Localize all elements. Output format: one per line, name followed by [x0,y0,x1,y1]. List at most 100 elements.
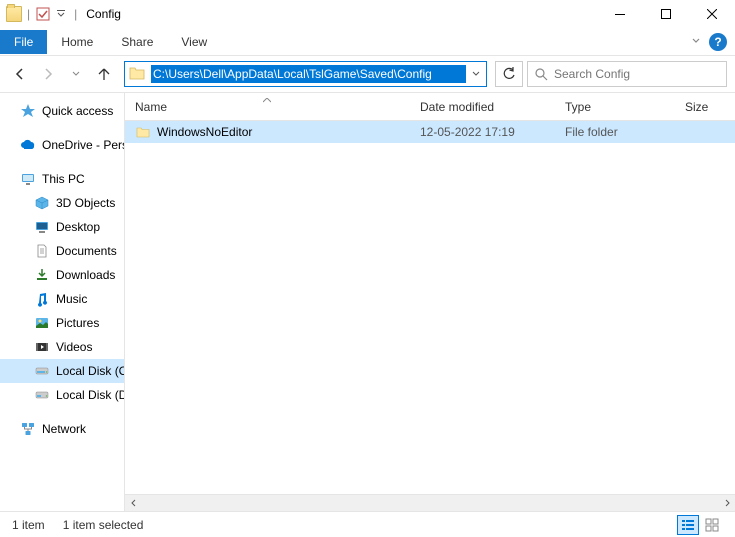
tab-home[interactable]: Home [47,30,107,54]
sidebar-item-thispc[interactable]: This PC [0,167,124,191]
refresh-button[interactable] [495,61,523,87]
file-name: WindowsNoEditor [157,125,252,139]
ribbon-right: ? [691,33,735,51]
sidebar-item-local-disk-d[interactable]: Local Disk (D:) [0,383,124,407]
sidebar-item-documents[interactable]: Documents [0,239,124,263]
disk-icon [34,387,50,403]
maximize-button[interactable] [643,0,689,28]
item-count: 1 item [12,518,45,532]
music-icon [34,291,50,307]
address-path[interactable]: C:\Users\Dell\AppData\Local\TslGame\Save… [151,65,466,83]
sidebar-item-local-disk-c[interactable]: Local Disk (C:) [0,359,124,383]
desktop-icon [34,219,50,235]
sidebar-item-label: Quick access [42,104,113,118]
help-button[interactable]: ? [709,33,727,51]
file-list[interactable]: WindowsNoEditor 12-05-2022 17:19 File fo… [125,121,735,494]
disk-icon [34,363,50,379]
sidebar-item-desktop[interactable]: Desktop [0,215,124,239]
address-bar[interactable]: C:\Users\Dell\AppData\Local\TslGame\Save… [124,61,487,87]
sidebar-item-music[interactable]: Music [0,287,124,311]
forward-button[interactable] [36,62,60,86]
pictures-icon [34,315,50,331]
qat-dropdown-icon[interactable] [53,6,69,22]
folder-icon [6,6,22,22]
file-pane: Name Date modified Type Size WindowsNoEd… [125,93,735,511]
sidebar-item-label: This PC [42,172,85,186]
search-input[interactable] [554,67,720,81]
search-icon [534,67,548,81]
pc-icon [20,171,36,187]
details-view-button[interactable] [677,515,699,535]
up-button[interactable] [92,62,116,86]
check-icon[interactable] [35,6,51,22]
column-label: Size [685,100,708,114]
content: Quick access OneDrive - Persona This PC … [0,92,735,511]
sidebar-item-quickaccess[interactable]: Quick access [0,99,124,123]
window-title: Config [86,7,121,21]
ribbon-collapse-icon[interactable] [691,35,701,49]
sidebar-item-label: Downloads [56,268,115,282]
sort-indicator-icon [263,92,271,106]
sidebar-item-label: Desktop [56,220,100,234]
separator: | [74,7,77,21]
search-box[interactable] [527,61,727,87]
ribbon: File Home Share View ? [0,28,735,56]
sidebar-item-videos[interactable]: Videos [0,335,124,359]
scroll-left-icon[interactable] [125,495,142,512]
file-tab[interactable]: File [0,30,47,54]
file-size-cell [675,121,735,143]
sidebar-item-label: Local Disk (C:) [56,364,125,378]
sidebar-item-3dobjects[interactable]: 3D Objects [0,191,124,215]
minimize-button[interactable] [597,0,643,28]
sidebar-item-label: Local Disk (D:) [56,388,125,402]
sidebar-item-label: Music [56,292,87,306]
column-size[interactable]: Size [675,93,735,120]
column-headers: Name Date modified Type Size [125,93,735,121]
sidebar-item-label: Pictures [56,316,99,330]
titlebar-icons: | | Config [6,6,121,22]
file-name-cell: WindowsNoEditor [125,121,410,143]
3dobjects-icon [34,195,50,211]
file-date-cell: 12-05-2022 17:19 [410,121,555,143]
selected-count: 1 item selected [63,518,144,532]
column-label: Type [565,100,591,114]
onedrive-icon [20,137,36,153]
close-button[interactable] [689,0,735,28]
navbar: C:\Users\Dell\AppData\Local\TslGame\Save… [0,56,735,92]
sidebar-item-label: OneDrive - Persona [42,138,125,152]
recent-dropdown-icon[interactable] [64,62,88,86]
titlebar: | | Config [0,0,735,28]
column-name[interactable]: Name [125,93,410,120]
network-icon [20,421,36,437]
address-dropdown-icon[interactable] [466,69,486,79]
window-controls [597,0,735,28]
folder-icon [128,64,148,84]
separator: | [27,7,30,21]
thumbnails-view-button[interactable] [701,515,723,535]
horizontal-scrollbar[interactable] [125,494,735,511]
statusbar: 1 item 1 item selected [0,511,735,537]
file-row[interactable]: WindowsNoEditor 12-05-2022 17:19 File fo… [125,121,735,143]
sidebar-item-label: Documents [56,244,117,258]
sidebar-item-label: Videos [56,340,92,354]
sidebar-item-downloads[interactable]: Downloads [0,263,124,287]
sidebar-item-pictures[interactable]: Pictures [0,311,124,335]
videos-icon [34,339,50,355]
sidebar-item-label: Network [42,422,86,436]
column-label: Name [135,100,167,114]
tab-view[interactable]: View [167,30,221,54]
documents-icon [34,243,50,259]
column-date[interactable]: Date modified [410,93,555,120]
scroll-right-icon[interactable] [718,495,735,512]
quickaccess-icon [20,103,36,119]
sidebar-item-network[interactable]: Network [0,417,124,441]
folder-icon [135,124,151,140]
tab-share[interactable]: Share [107,30,167,54]
column-label: Date modified [420,100,494,114]
sidebar-item-label: 3D Objects [56,196,115,210]
sidebar: Quick access OneDrive - Persona This PC … [0,93,125,511]
back-button[interactable] [8,62,32,86]
file-type-cell: File folder [555,121,675,143]
sidebar-item-onedrive[interactable]: OneDrive - Persona [0,133,124,157]
column-type[interactable]: Type [555,93,675,120]
